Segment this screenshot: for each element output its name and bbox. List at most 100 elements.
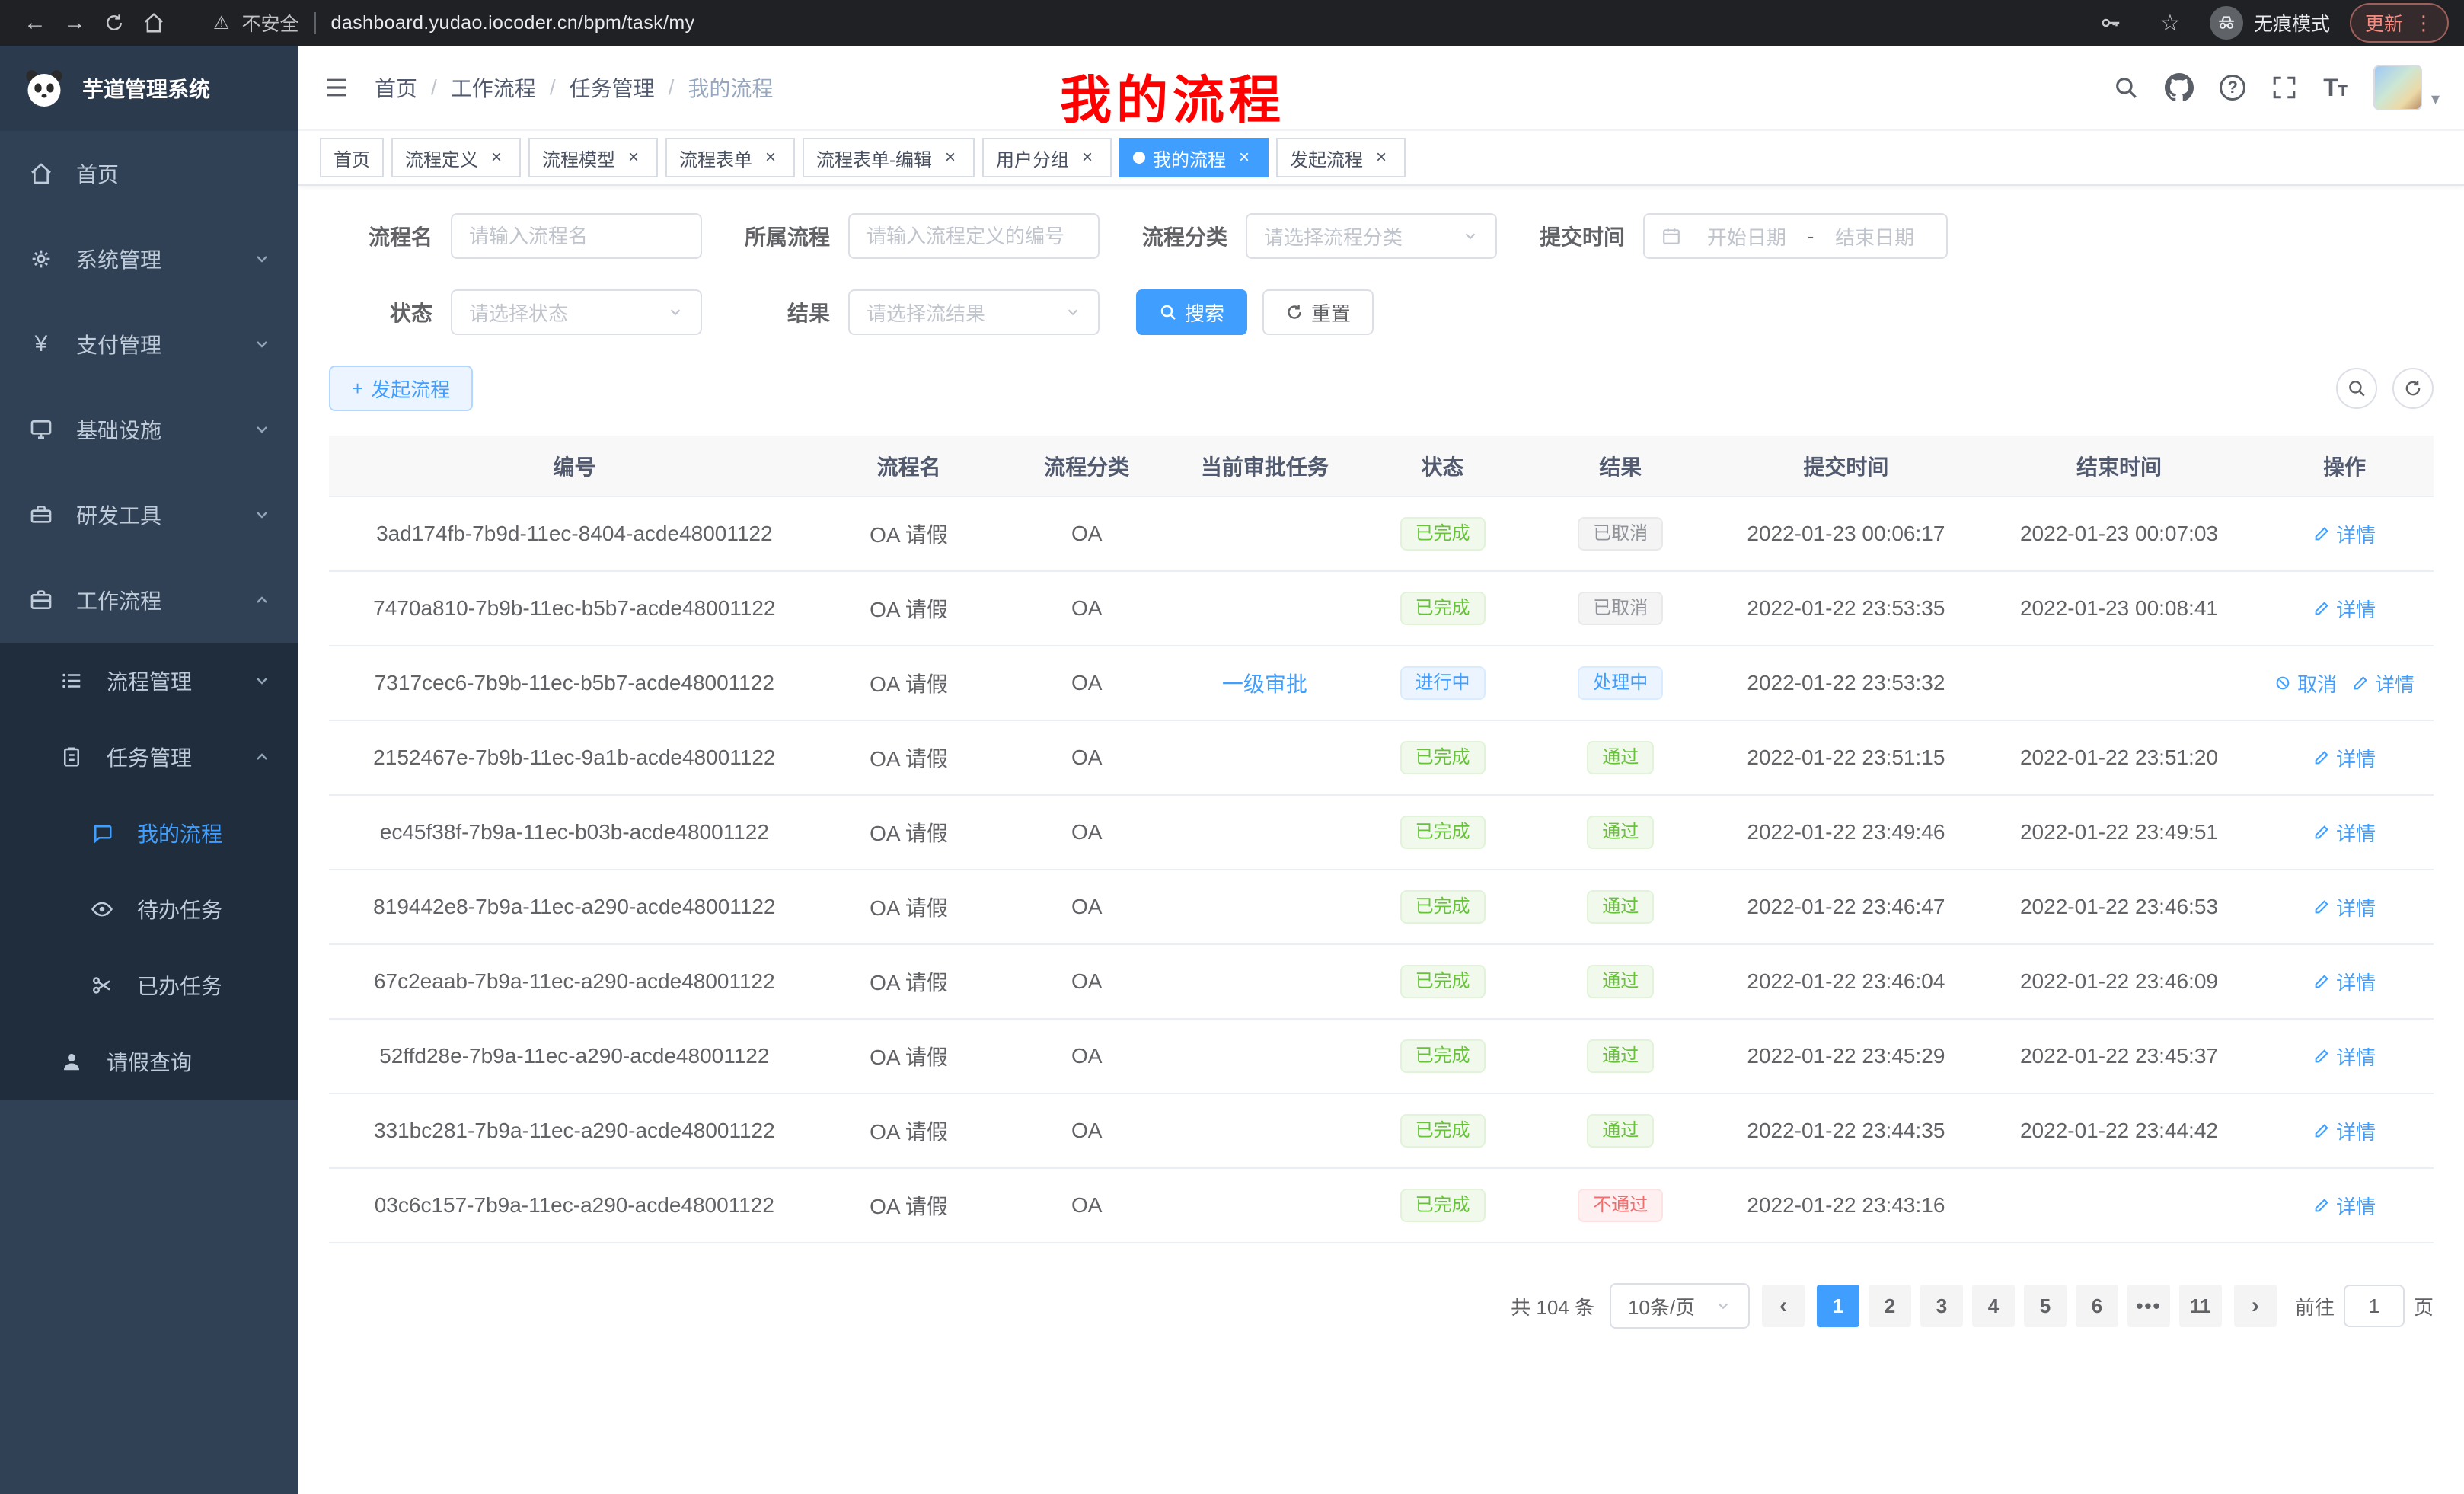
- jump-page-input[interactable]: [2344, 1285, 2405, 1327]
- reset-button[interactable]: 重置: [1262, 289, 1374, 335]
- tab-process-form[interactable]: 流程表单×: [665, 138, 795, 177]
- key-icon[interactable]: [2091, 3, 2130, 43]
- cell-result: 通过: [1531, 1093, 1709, 1168]
- table-row: 03c6c157-7b9a-11ec-a290-acde48001122 OA …: [329, 1168, 2434, 1243]
- fullscreen-icon[interactable]: [2271, 75, 2297, 101]
- col-actions: 操作: [2255, 436, 2434, 496]
- page-button[interactable]: 5: [2024, 1285, 2067, 1327]
- detail-link[interactable]: 详情: [2313, 1042, 2376, 1071]
- detail-link[interactable]: 详情: [2313, 1117, 2376, 1145]
- font-size-icon[interactable]: TT: [2323, 75, 2348, 100]
- sidebar-item-label: 支付管理: [76, 329, 161, 359]
- close-icon[interactable]: ×: [486, 147, 507, 168]
- detail-link[interactable]: 详情: [2313, 893, 2376, 921]
- avatar[interactable]: [2373, 65, 2422, 110]
- detail-link[interactable]: 详情: [2313, 1192, 2376, 1220]
- process-definition-input[interactable]: [867, 225, 1081, 248]
- breadcrumb-item[interactable]: 任务管理: [570, 72, 655, 103]
- detail-link[interactable]: 详情: [2313, 744, 2376, 772]
- sidebar-item-my-process[interactable]: 我的流程: [0, 795, 298, 871]
- sidebar-item-todo-tasks[interactable]: 待办任务: [0, 871, 298, 947]
- page-size-select[interactable]: 10条/页: [1610, 1283, 1750, 1329]
- page-button[interactable]: 4: [1972, 1285, 2015, 1327]
- status-select[interactable]: 请选择状态: [451, 289, 702, 335]
- tab-process-definition[interactable]: 流程定义×: [391, 138, 521, 177]
- tab-my-process-active[interactable]: 我的流程×: [1119, 138, 1269, 177]
- kebab-menu-icon[interactable]: ⋮: [2414, 13, 2434, 33]
- prev-page-button[interactable]: ‹: [1762, 1285, 1805, 1327]
- cell-id: 2152467e-7b9b-11ec-9a1b-acde48001122: [329, 720, 820, 795]
- sidebar-item-home[interactable]: 首页: [0, 131, 298, 216]
- sidebar-item-devtools[interactable]: 研发工具: [0, 472, 298, 557]
- hamburger-icon[interactable]: [323, 74, 350, 101]
- close-icon[interactable]: ×: [1371, 147, 1392, 168]
- search-button[interactable]: 搜索: [1136, 289, 1247, 335]
- github-icon[interactable]: [2165, 73, 2194, 102]
- cancel-link[interactable]: 取消: [2274, 669, 2337, 698]
- end-date-placeholder[interactable]: 结束日期: [1820, 222, 1929, 251]
- detail-link[interactable]: 详情: [2352, 669, 2415, 698]
- tab-user-group[interactable]: 用户分组×: [982, 138, 1112, 177]
- detail-link[interactable]: 详情: [2313, 595, 2376, 623]
- sidebar-item-process-management[interactable]: 流程管理: [0, 643, 298, 719]
- page-button[interactable]: 1: [1817, 1285, 1859, 1327]
- update-chip[interactable]: 更新 ⋮: [2350, 3, 2449, 43]
- user-menu[interactable]: ▾: [2373, 65, 2440, 110]
- tab-process-form-edit[interactable]: 流程表单-编辑×: [803, 138, 975, 177]
- back-icon[interactable]: ←: [15, 3, 55, 43]
- page-button[interactable]: 2: [1869, 1285, 1911, 1327]
- sidebar-item-workflow[interactable]: 工作流程: [0, 557, 298, 643]
- reload-icon[interactable]: [94, 3, 134, 43]
- page-button[interactable]: 3: [1920, 1285, 1963, 1327]
- close-icon[interactable]: ×: [940, 147, 961, 168]
- sidebar-item-system[interactable]: 系统管理: [0, 216, 298, 302]
- detail-link[interactable]: 详情: [2313, 520, 2376, 548]
- cell-status: 已完成: [1354, 1168, 1532, 1243]
- cell-status: 进行中: [1354, 646, 1532, 720]
- cell-result: 不通过: [1531, 1168, 1709, 1243]
- breadcrumb-item[interactable]: 工作流程: [451, 72, 536, 103]
- forward-icon[interactable]: →: [55, 3, 94, 43]
- help-icon[interactable]: ?: [2220, 75, 2245, 101]
- app-title: 芋道管理系统: [82, 73, 210, 104]
- process-name-input[interactable]: [469, 225, 684, 248]
- refresh-table-button[interactable]: [2392, 368, 2434, 409]
- cell-status: 已完成: [1354, 1093, 1532, 1168]
- col-end-time: 结束时间: [1983, 436, 2256, 496]
- pencil-icon: [2352, 675, 2369, 691]
- bookmark-star-icon[interactable]: ☆: [2150, 3, 2190, 43]
- close-icon[interactable]: ×: [1234, 147, 1255, 168]
- address-bar[interactable]: ⚠ 不安全 dashboard.yudao.iocoder.cn/bpm/tas…: [213, 9, 695, 37]
- url-text[interactable]: dashboard.yudao.iocoder.cn/bpm/task/my: [331, 12, 695, 34]
- category-select[interactable]: 请选择流程分类: [1246, 213, 1497, 259]
- close-icon[interactable]: ×: [1077, 147, 1098, 168]
- sidebar-item-payment[interactable]: ¥ 支付管理: [0, 302, 298, 387]
- close-icon[interactable]: ×: [760, 147, 781, 168]
- sidebar-item-leave-query[interactable]: 请假查询: [0, 1023, 298, 1100]
- toggle-search-button[interactable]: [2336, 368, 2377, 409]
- tab-home[interactable]: 首页: [320, 138, 384, 177]
- more-pages-button[interactable]: •••: [2127, 1285, 2170, 1327]
- search-icon[interactable]: [2113, 75, 2139, 101]
- detail-link[interactable]: 详情: [2313, 819, 2376, 847]
- page-button[interactable]: 11: [2179, 1285, 2222, 1327]
- tab-process-model[interactable]: 流程模型×: [528, 138, 658, 177]
- result-select[interactable]: 请选择流结果: [848, 289, 1100, 335]
- breadcrumb-item[interactable]: 首页: [375, 72, 417, 103]
- logo-row[interactable]: 芋道管理系统: [0, 46, 298, 131]
- sidebar-item-infrastructure[interactable]: 基础设施: [0, 387, 298, 472]
- start-date-placeholder[interactable]: 开始日期: [1692, 222, 1802, 251]
- sidebar-item-task-management[interactable]: 任务管理: [0, 719, 298, 795]
- home-icon[interactable]: [134, 3, 174, 43]
- tab-start-process[interactable]: 发起流程×: [1276, 138, 1406, 177]
- start-process-button[interactable]: + 发起流程: [329, 366, 473, 411]
- close-icon[interactable]: ×: [623, 147, 644, 168]
- sidebar-item-done-tasks[interactable]: 已办任务: [0, 947, 298, 1023]
- current-task-link[interactable]: 一级审批: [1222, 668, 1307, 698]
- next-page-button[interactable]: ›: [2234, 1285, 2277, 1327]
- update-label[interactable]: 更新: [2365, 9, 2403, 37]
- ellipsis-icon: •••: [2136, 1294, 2161, 1318]
- page-button[interactable]: 6: [2076, 1285, 2118, 1327]
- date-range-picker[interactable]: 开始日期 - 结束日期: [1643, 213, 1948, 259]
- detail-link[interactable]: 详情: [2313, 968, 2376, 996]
